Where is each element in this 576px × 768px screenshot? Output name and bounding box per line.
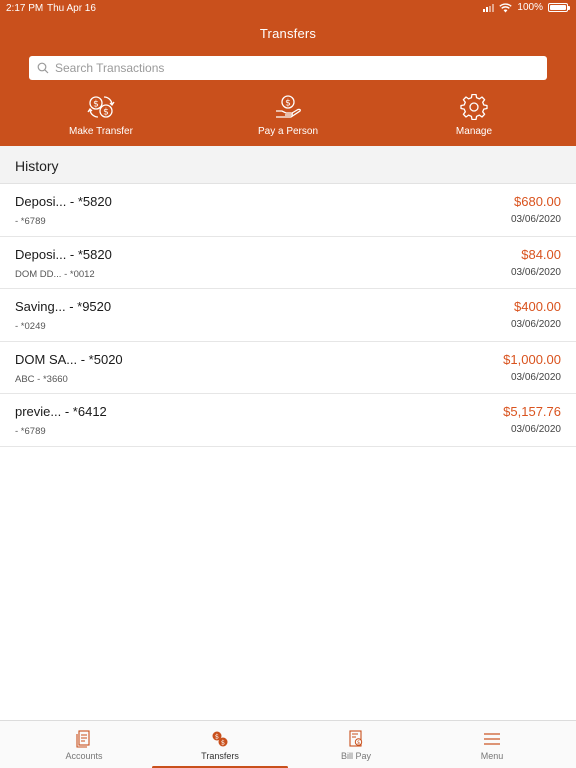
pay-a-person-label: Pay a Person xyxy=(257,126,319,137)
transaction-name: Saving... - *9520 xyxy=(15,299,112,314)
make-transfer-button[interactable]: $ $ Make Transfer xyxy=(41,94,161,137)
search-bar[interactable] xyxy=(29,56,547,80)
transaction-sub: DOM DD... - *0012 xyxy=(15,268,95,280)
transaction-amount: $400.00 xyxy=(514,299,561,314)
accounts-icon xyxy=(76,730,90,748)
transaction-date: 03/06/2020 xyxy=(510,424,561,435)
tab-bill-pay[interactable]: $ Bill Pay xyxy=(288,721,424,768)
transfers-icon: $ $ xyxy=(212,731,228,747)
tab-accounts-label: Accounts xyxy=(65,751,103,761)
list-item[interactable]: DOM SA... - *5020 ABC - *3660 $1,000.00 … xyxy=(0,342,576,394)
svg-text:$: $ xyxy=(221,739,225,747)
status-right: 100% xyxy=(483,2,570,13)
transaction-date: 03/06/2020 xyxy=(510,266,561,278)
svg-text:$: $ xyxy=(103,108,109,118)
transaction-date: 03/06/2020 xyxy=(510,371,561,383)
list-item[interactable]: Deposi... - *5820 - *6789 $680.00 03/06/… xyxy=(0,184,576,237)
transaction-name: DOM SA... - *5020 xyxy=(15,351,123,367)
header: 2:17 PM Thu Apr 16 100% Transfers Search… xyxy=(0,0,576,146)
transaction-amount: $5,157.76 xyxy=(503,404,561,419)
transaction-name: Deposi... - *5820 xyxy=(15,194,112,209)
tab-menu-label: Menu xyxy=(480,751,504,761)
list-item[interactable]: previe... - *6412 - *6789 $5,157.76 03/0… xyxy=(0,394,576,447)
status-bar: 2:17 PM Thu Apr 16 100% xyxy=(0,0,576,18)
wifi-icon xyxy=(499,2,513,12)
svg-text:$: $ xyxy=(357,740,360,746)
transaction-sub: - *0249 xyxy=(15,321,46,332)
page-title: Transfers xyxy=(259,26,317,41)
svg-text:$: $ xyxy=(215,733,219,741)
manage-label: Manage xyxy=(455,126,493,137)
transaction-sub: - *6789 xyxy=(15,426,46,437)
menu-icon xyxy=(484,733,500,745)
svg-text:$: $ xyxy=(93,100,99,110)
history-title: History xyxy=(15,158,59,174)
tab-accounts[interactable]: Accounts xyxy=(16,721,152,768)
transaction-sub: - *6789 xyxy=(15,216,46,227)
tab-menu[interactable]: Menu xyxy=(424,721,560,768)
svg-text:$: $ xyxy=(285,99,291,109)
pay-a-person-button[interactable]: $ Pay a Person xyxy=(228,94,348,137)
search-icon xyxy=(37,62,49,74)
transaction-amount: $84.00 xyxy=(521,246,561,262)
transfer-icon: $ $ xyxy=(87,96,115,118)
gear-icon xyxy=(460,94,488,120)
transaction-list: Deposi... - *5820 - *6789 $680.00 03/06/… xyxy=(0,184,576,447)
battery-icon xyxy=(548,3,570,12)
pay-person-icon: $ xyxy=(276,95,301,118)
status-date: Thu Apr 16 xyxy=(47,3,96,14)
bill-pay-icon: $ xyxy=(349,730,363,747)
transaction-name: Deposi... - *5820 xyxy=(15,246,112,262)
list-item[interactable]: Deposi... - *5820 DOM DD... - *0012 $84.… xyxy=(0,237,576,289)
tab-transfers-label: Transfers xyxy=(201,751,239,761)
history-section-header: History xyxy=(0,146,576,184)
transaction-date: 03/06/2020 xyxy=(510,214,561,225)
make-transfer-label: Make Transfer xyxy=(69,126,133,137)
search-input[interactable] xyxy=(55,61,535,75)
cellular-signal-icon xyxy=(483,3,495,12)
tab-transfers[interactable]: $ $ Transfers xyxy=(152,721,288,768)
transaction-amount: $1,000.00 xyxy=(503,351,561,367)
tab-bar: Accounts $ $ Transfers $ Bill Pay Menu xyxy=(0,720,576,768)
battery-percent: 100% xyxy=(517,2,543,13)
transaction-amount: $680.00 xyxy=(514,194,561,209)
tab-bill-pay-label: Bill Pay xyxy=(340,751,371,761)
status-time: 2:17 PM xyxy=(6,3,44,14)
transaction-sub: ABC - *3660 xyxy=(15,373,68,385)
manage-button[interactable]: Manage xyxy=(414,94,534,137)
transaction-date: 03/06/2020 xyxy=(510,319,561,330)
transaction-name: previe... - *6412 xyxy=(15,404,107,419)
action-bar: $ $ Make Transfer $ Pay a Person Manage xyxy=(0,94,576,142)
list-item[interactable]: Saving... - *9520 - *0249 $400.00 03/06/… xyxy=(0,289,576,342)
